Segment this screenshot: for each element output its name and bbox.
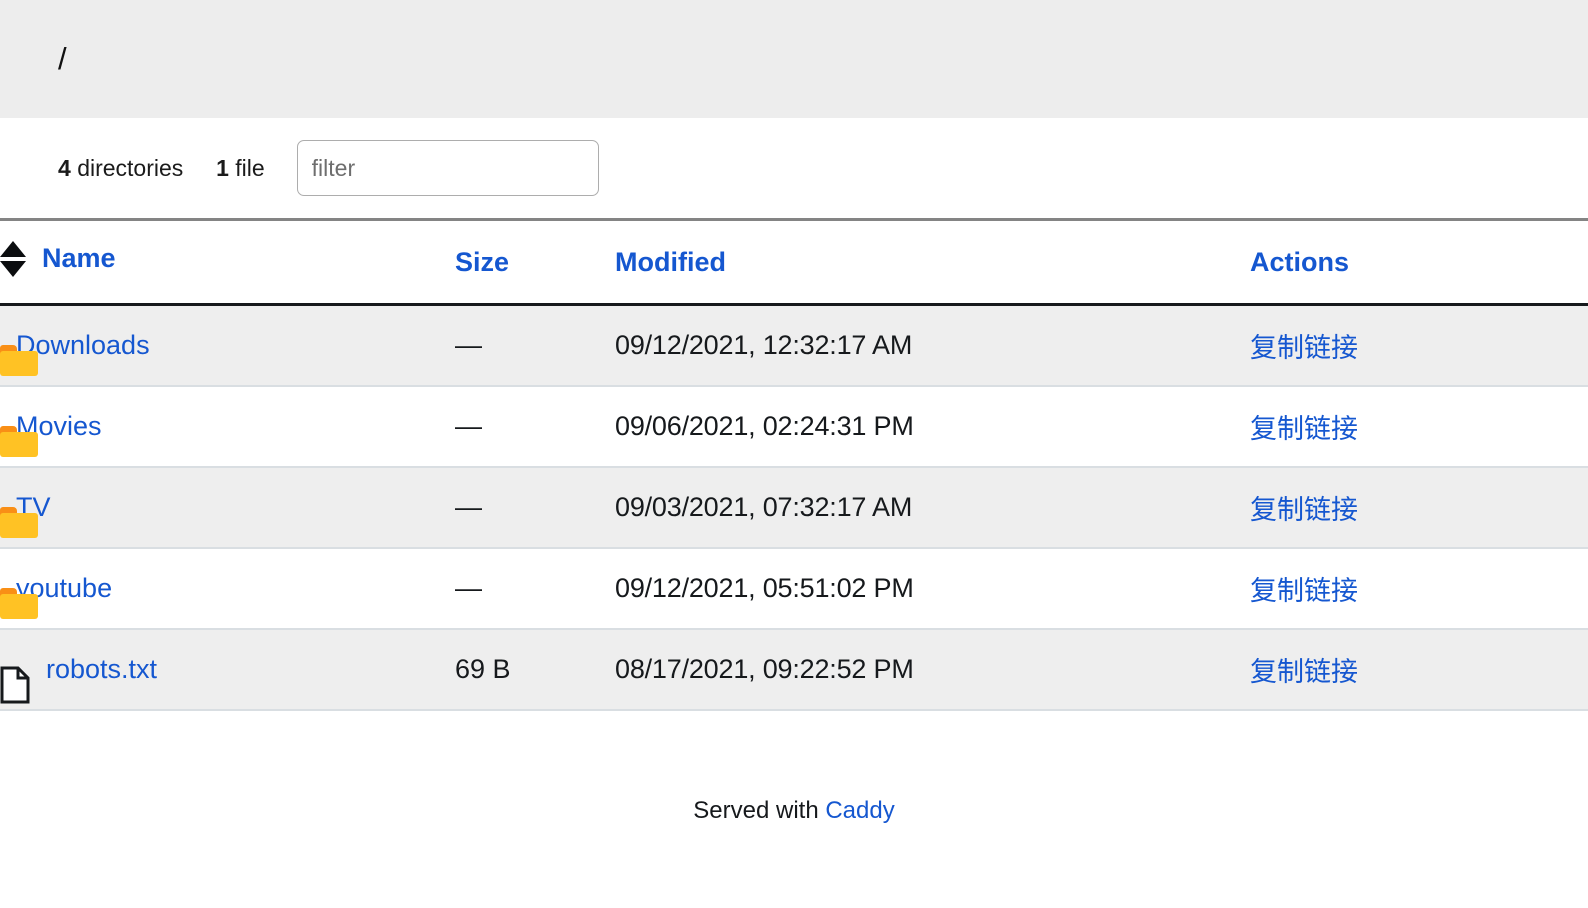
file-listing-table: Name Size Modified Actions Downloads —09/…	[0, 218, 1588, 711]
cell-modified: 08/17/2021, 09:22:52 PM	[615, 653, 914, 684]
column-header-name[interactable]: Name	[0, 220, 455, 305]
files-label: file	[235, 154, 265, 181]
table-header: Name Size Modified Actions	[0, 219, 1588, 305]
column-header-name-label: Name	[42, 243, 116, 273]
copy-link-action[interactable]: 复制链接	[1250, 414, 1358, 445]
cell-actions: 复制链接	[1250, 548, 1588, 629]
directories-count: 4	[58, 154, 71, 181]
copy-link-action[interactable]: 复制链接	[1250, 495, 1358, 526]
cell-modified: 09/03/2021, 07:32:17 AM	[615, 491, 913, 522]
breadcrumb-root-link[interactable]: /	[58, 41, 67, 76]
files-count: 1	[216, 154, 229, 181]
cell-size: 69 B	[455, 653, 511, 684]
copy-link-action[interactable]: 复制链接	[1250, 657, 1358, 688]
table-row[interactable]: Downloads — 09/12/2021, 12:32:17 AM 复制链接	[0, 304, 1588, 386]
cell-name: Downloads	[0, 305, 455, 386]
cell-size: —	[455, 329, 482, 360]
cell-name: robots.txt	[0, 629, 455, 710]
cell-modified: 09/12/2021, 05:51:02 PM	[615, 572, 914, 603]
cell-actions: 复制链接	[1250, 629, 1588, 710]
copy-link-action[interactable]: 复制链接	[1250, 333, 1358, 364]
footer-text: Served with	[693, 796, 819, 824]
filter-field-wrapper	[296, 140, 599, 196]
table-header-row: Name Size Modified Actions	[0, 219, 1588, 305]
listing-toolbar: 4 directories 1 file	[0, 118, 1588, 218]
table-row[interactable]: TV — 09/03/2021, 07:32:17 AM 复制链接	[0, 466, 1588, 548]
cell-size: —	[455, 491, 482, 522]
entry-name-link[interactable]: robots.txt	[46, 654, 157, 685]
directories-label: directories	[77, 154, 184, 181]
cell-modified: 09/12/2021, 12:32:17 AM	[615, 329, 913, 360]
file-icon	[0, 635, 30, 704]
column-header-actions: Actions	[1250, 246, 1350, 277]
cell-actions: 复制链接	[1250, 467, 1588, 548]
breadcrumb: /	[58, 41, 67, 77]
cell-name: youtube	[0, 548, 455, 629]
table-body: Downloads —09/12/2021, 12:32:17 AM 复制链接 Mov…	[0, 304, 1588, 710]
cell-actions: 复制链接	[1250, 305, 1588, 386]
cell-actions: 复制链接	[1250, 386, 1588, 467]
cell-name: TV	[0, 467, 455, 548]
sort-updown-icon[interactable]	[0, 240, 26, 277]
breadcrumb-bar: /	[0, 0, 1588, 118]
copy-link-action[interactable]: 复制链接	[1250, 576, 1358, 607]
cell-size: —	[455, 410, 482, 441]
cell-modified: 09/06/2021, 02:24:31 PM	[615, 410, 914, 441]
entry-counts: 4 directories 1 file	[58, 155, 265, 182]
caddy-link[interactable]: Caddy	[825, 797, 894, 824]
cell-name: Movies	[0, 386, 455, 467]
footer: Served with Caddy	[0, 797, 1588, 825]
filter-input[interactable]	[296, 140, 599, 196]
table-row[interactable]: Movies — 09/06/2021, 02:24:31 PM 复制链接	[0, 385, 1588, 467]
table-row[interactable]: robots.txt 69 B 08/17/2021, 09:22:52 PM 复制链…	[0, 628, 1588, 710]
column-header-size[interactable]: Size	[455, 220, 615, 305]
cell-size: —	[455, 572, 482, 603]
table-row[interactable]: youtube — 09/12/2021, 05:51:02 PM 复制链接	[0, 547, 1588, 629]
column-header-modified[interactable]: Modified	[615, 220, 1250, 305]
